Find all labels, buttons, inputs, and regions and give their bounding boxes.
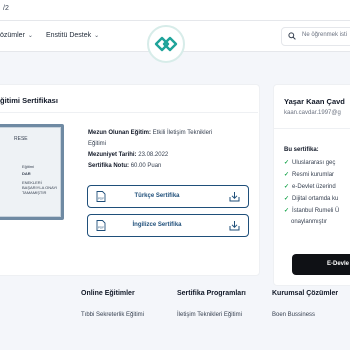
url-text: /2 [3, 5, 9, 12]
certificate-text: Eğitimi [22, 164, 35, 169]
button-label: Türkçe Sertifika [134, 193, 180, 199]
search-placeholder: Ne öğrenmek isti [302, 32, 348, 38]
benefit-item: ✓ e-Devlet üzerind [284, 183, 336, 190]
download-icon [229, 221, 240, 231]
detail-education: Mezun Olunan Eğitim: Etkili İletişim Tek… [88, 130, 212, 136]
browser-url-bar[interactable]: /2 [0, 0, 350, 21]
benefit-item: ✓ İstanbul Rumeli Ü [284, 207, 339, 214]
benefit-item: ✓ Resmi kurumlar [284, 171, 334, 178]
turkish-certificate-button[interactable]: PDF Türkçe Sertifika [87, 185, 249, 208]
footer-heading-corporate: Kurumsal Çözümler [272, 290, 339, 297]
footer-link[interactable]: Boen Bussiness [272, 312, 315, 318]
certificate-text: RESE [14, 136, 28, 142]
benefit-text: Uluslararası geç [292, 160, 336, 166]
footer-link[interactable]: Tıbbi Sekreterlik Eğitimi [81, 312, 144, 318]
english-certificate-button[interactable]: PDF İngilizce Sertifika [87, 214, 249, 237]
benefit-tail: onaylanmıştır [291, 219, 328, 225]
check-icon: ✓ [284, 196, 290, 202]
detail-label: Sertifika Notu: [88, 163, 130, 169]
detail-label: Mezuniyet Tarihi: [88, 152, 137, 158]
nav-item-enstitu-destek[interactable]: Enstitü Destek ⌄ [46, 32, 99, 39]
benefit-text: Resmi kurumlar [292, 172, 335, 178]
search-icon [288, 32, 296, 40]
chevron-down-icon: ⌄ [27, 33, 33, 39]
detail-value: 60.00 Puan [130, 163, 162, 169]
nav-item-label: özümler [0, 32, 25, 39]
button-label: İngilizce Sertifika [132, 222, 182, 228]
nav-item-label: Enstitü Destek [46, 32, 92, 39]
edevlet-button[interactable]: E-Devle [292, 254, 350, 275]
nav-item-cozumler[interactable]: özümler ⌄ [0, 32, 33, 39]
benefit-text: Dijital ortamda ku [292, 196, 339, 202]
certificate-text: TAMAMIŞTIR [22, 190, 47, 195]
search-input[interactable]: Ne öğrenmek isti [281, 27, 350, 46]
detail-value: Eğitimi [88, 141, 107, 147]
check-icon: ✓ [284, 172, 290, 178]
user-name: Yaşar Kaan Çavd [284, 97, 345, 106]
detail-education-cont: Eğitimi [88, 141, 106, 147]
benefit-text: e-Devlet üzerind [292, 184, 336, 190]
check-icon: ✓ [284, 208, 290, 214]
detail-label: Mezun Olunan Eğitim: [88, 130, 151, 136]
button-label: E-Devle [327, 261, 350, 267]
benefits-title: Bu sertifika: [284, 147, 319, 153]
chevron-down-icon: ⌄ [94, 33, 100, 39]
footer-heading-online: Online Eğitimler [81, 290, 135, 297]
detail-value: 23.08.2022 [138, 152, 169, 158]
logo-mark-icon [154, 36, 178, 52]
certificate-text: DAR [22, 171, 31, 176]
certificate-image[interactable]: RESE Eğitimi DAR ENEKLERİ BAŞARIYLA ONAY… [0, 124, 64, 220]
user-email: kaan.cavdar.1997@g [284, 110, 341, 116]
benefit-item: ✓ Dijital ortamda ku [284, 195, 338, 202]
benefit-text: İstanbul Rumeli Ü [292, 208, 340, 214]
detail-graduation-date: Mezuniyet Tarihi: 23.08.2022 [88, 152, 168, 158]
divider [273, 128, 350, 129]
detail-value: Etkili İletişim Teknikleri [152, 130, 213, 136]
benefit-item: ✓ Uluslararası geç [284, 159, 335, 166]
site-header: özümler ⌄ Enstitü Destek ⌄ Ne öğrenmek ist… [0, 21, 350, 63]
detail-grade: Sertifika Notu: 60.00 Puan [88, 163, 161, 169]
download-icon [229, 192, 240, 202]
footer-heading-certificate: Sertifika Programları [177, 290, 246, 297]
certificate-paper: RESE Eğitimi DAR ENEKLERİ BAŞARIYLA ONAY… [0, 127, 61, 217]
divider [0, 112, 258, 113]
check-icon: ✓ [284, 184, 290, 190]
footer-link[interactable]: İletişim Teknikleri Eğitimi [177, 312, 242, 318]
site-logo[interactable] [147, 25, 185, 63]
certificate-card-title: ğitimi Sertifikası [0, 96, 58, 105]
check-icon: ✓ [284, 160, 290, 166]
